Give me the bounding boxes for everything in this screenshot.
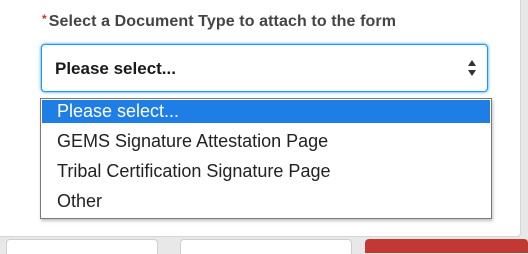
option-gems-signature-attestation-page[interactable]: GEMS Signature Attestation Page <box>42 130 490 153</box>
document-type-dropdown-list: Please select... GEMS Signature Attestat… <box>40 98 492 219</box>
option-tribal-certification-signature-page[interactable]: Tribal Certification Signature Page <box>42 160 490 183</box>
document-type-select-value: Please select... <box>55 59 176 78</box>
secondary-button-edge[interactable] <box>6 239 158 254</box>
secondary-button-edge-2[interactable] <box>180 239 352 254</box>
document-type-select[interactable]: Please select... <box>41 44 488 92</box>
primary-button-edge[interactable] <box>365 239 528 253</box>
option-please-select[interactable]: Please select... <box>42 100 490 123</box>
document-type-label-text: Select a Document Type to attach to the … <box>48 13 397 30</box>
document-type-label: * Select a Document Type to attach to the… <box>42 12 397 31</box>
up-down-arrows-icon <box>468 60 476 76</box>
option-other[interactable]: Other <box>42 190 490 213</box>
required-marker: * <box>42 12 47 26</box>
